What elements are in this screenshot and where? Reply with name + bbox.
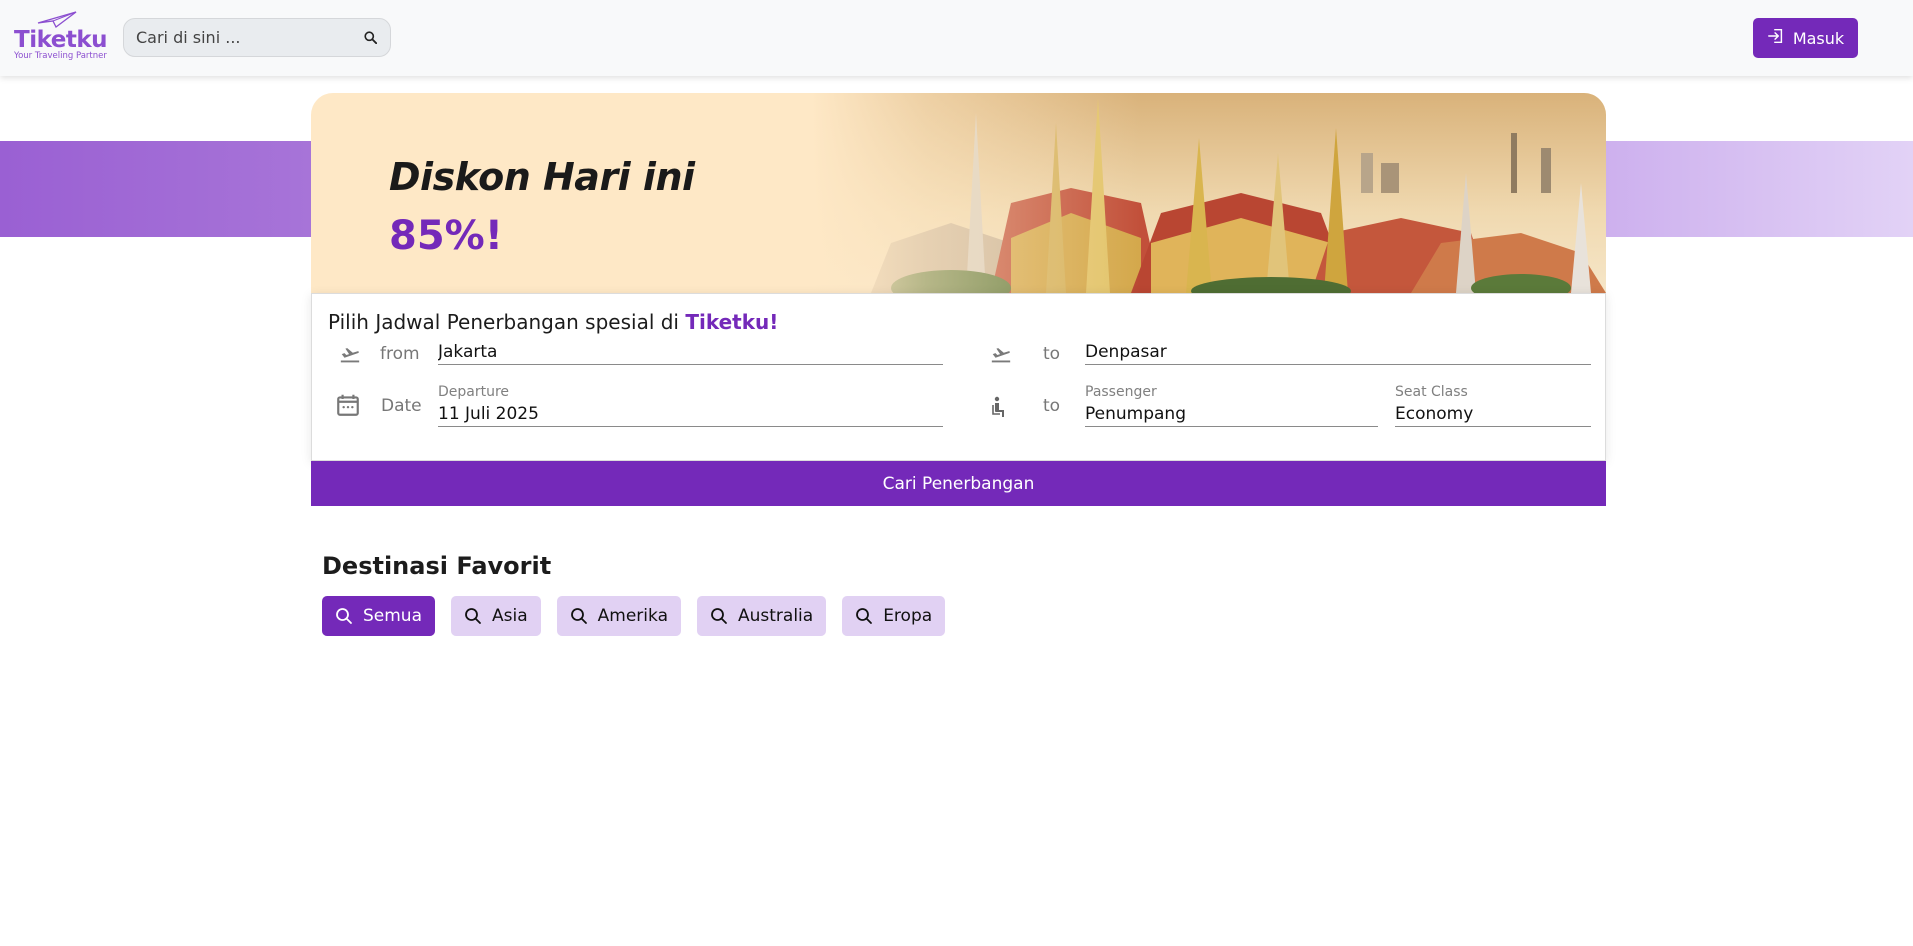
to-label: to — [1043, 344, 1061, 364]
brand-logo[interactable]: Tiketku Your Traveling Partner — [14, 11, 108, 63]
seat-class-field[interactable]: Seat Class — [1395, 384, 1591, 427]
promo-title: Diskon Hari ini — [389, 155, 695, 199]
search-icon[interactable] — [362, 30, 378, 46]
card-heading-brand: Tiketku! — [685, 310, 779, 334]
hero-band-left — [0, 141, 312, 237]
login-label: Masuk — [1792, 28, 1845, 48]
calendar-icon — [333, 390, 363, 420]
filter-eropa[interactable]: Eropa — [842, 596, 946, 636]
favorite-destinations-title: Destinasi Favorit — [322, 552, 552, 580]
departure-input[interactable] — [438, 402, 943, 426]
search-icon — [464, 607, 482, 625]
promo-banner: Diskon Hari ini 85%! — [311, 93, 1606, 293]
filter-label: Eropa — [883, 606, 933, 626]
filter-semua[interactable]: Semua — [322, 596, 436, 636]
search-icon — [710, 607, 728, 625]
passenger-field[interactable]: Passenger — [1085, 384, 1378, 427]
brand-tagline: Your Traveling Partner — [14, 51, 107, 61]
seat-class-input[interactable] — [1395, 402, 1591, 426]
departure-caption: Departure — [438, 384, 510, 400]
seat-icon — [985, 392, 1015, 422]
search-icon — [570, 607, 588, 625]
takeoff-icon — [335, 340, 365, 370]
filter-label: Semua — [363, 606, 423, 626]
filter-label: Australia — [737, 606, 814, 626]
from-label: from — [380, 344, 420, 364]
hero-band-right — [1604, 141, 1913, 237]
search-input[interactable] — [136, 28, 362, 47]
search-icon — [335, 607, 353, 625]
card-heading: Pilih Jadwal Penerbangan spesial di Tike… — [328, 310, 778, 334]
search-bar — [123, 18, 391, 57]
brand-name: Tiketku — [14, 27, 108, 53]
login-button[interactable]: Masuk — [1753, 18, 1858, 58]
navbar: Tiketku Your Traveling Partner Masuk — [0, 0, 1913, 76]
filter-australia[interactable]: Australia — [696, 596, 827, 636]
seat-class-caption: Seat Class — [1395, 384, 1468, 400]
passenger-caption: Passenger — [1085, 384, 1157, 400]
flight-search-card: Pilih Jadwal Penerbangan spesial di Tike… — [311, 293, 1606, 461]
to-field[interactable] — [1085, 340, 1591, 365]
promo-discount: 85%! — [389, 213, 503, 259]
departure-field[interactable]: Departure — [438, 384, 943, 427]
destination-filters: Semua Asia Amerika Australia Eropa — [322, 596, 946, 636]
login-icon — [1767, 27, 1785, 49]
passenger-input[interactable] — [1085, 402, 1378, 426]
card-heading-text: Pilih Jadwal Penerbangan spesial di — [328, 310, 686, 334]
from-input[interactable] — [438, 340, 943, 364]
takeoff-icon — [986, 340, 1016, 370]
from-field[interactable] — [438, 340, 943, 365]
to-input[interactable] — [1085, 340, 1591, 364]
date-label: Date — [381, 396, 422, 416]
filter-asia[interactable]: Asia — [451, 596, 541, 636]
search-flights-button[interactable]: Cari Penerbangan — [311, 461, 1606, 506]
search-icon — [855, 607, 873, 625]
filter-label: Amerika — [597, 606, 668, 626]
filter-label: Asia — [492, 606, 528, 626]
passenger-to-label: to — [1043, 396, 1061, 416]
filter-amerika[interactable]: Amerika — [556, 596, 681, 636]
